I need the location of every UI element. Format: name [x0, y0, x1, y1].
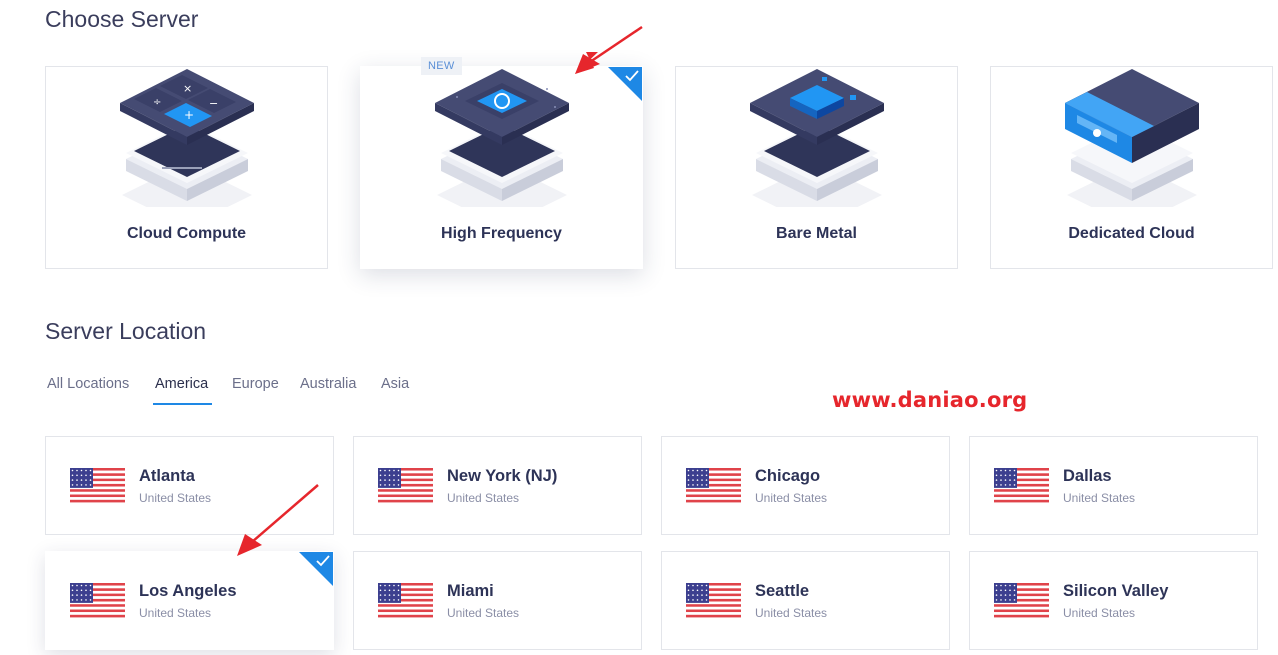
- server-card-label: Bare Metal: [776, 225, 857, 242]
- location-country: United States: [1063, 491, 1136, 505]
- location-card[interactable]: Dallas United States: [969, 436, 1258, 535]
- tab-america[interactable]: America: [155, 376, 208, 392]
- us-flag-icon: [686, 468, 741, 505]
- us-flag-icon: [686, 583, 741, 620]
- server-card-high-frequency[interactable]: NEW High Frequency: [360, 57, 643, 269]
- location-card[interactable]: Miami United States: [353, 551, 642, 650]
- red-arrow-annotation: [575, 25, 643, 74]
- tab-all-locations[interactable]: All Locations: [47, 376, 129, 392]
- server-card-dedicated-cloud[interactable]: Dedicated Cloud: [990, 66, 1273, 269]
- tab-asia[interactable]: Asia: [381, 376, 409, 392]
- bare-metal-server-icon: [749, 69, 884, 207]
- location-city: Miami: [447, 582, 494, 600]
- location-card[interactable]: Los Angeles United States: [45, 551, 334, 650]
- us-flag-icon: [994, 468, 1049, 505]
- svg-text:−: −: [209, 97, 218, 110]
- location-city: New York (NJ): [447, 467, 558, 485]
- server-card-bare-metal[interactable]: Bare Metal: [675, 66, 958, 269]
- tab-europe[interactable]: Europe: [232, 376, 279, 392]
- location-country: United States: [1063, 606, 1136, 620]
- svg-text:×: ×: [183, 82, 192, 95]
- location-country: United States: [139, 606, 212, 620]
- us-flag-icon: [70, 583, 125, 620]
- high-frequency-server-icon: [434, 69, 569, 207]
- us-flag-icon: [994, 583, 1049, 620]
- server-card-label: High Frequency: [441, 225, 562, 242]
- location-card[interactable]: New York (NJ) United States: [353, 436, 642, 535]
- cloud-compute-server-icon: × − ÷ +: [119, 69, 254, 207]
- location-city: Atlanta: [139, 467, 195, 485]
- location-city: Chicago: [755, 467, 821, 485]
- us-flag-icon: [70, 468, 125, 505]
- server-location-title: Server Location: [45, 318, 207, 344]
- location-country: United States: [139, 491, 212, 505]
- dedicated-cloud-server-icon: [1064, 69, 1199, 207]
- choose-server-title: Choose Server: [45, 6, 199, 32]
- server-card-label: Cloud Compute: [126, 225, 247, 242]
- server-card-cloud-compute[interactable]: × − ÷ + Cloud Compute: [45, 66, 328, 269]
- us-flag-icon: [378, 583, 433, 620]
- svg-text:+: +: [184, 108, 194, 122]
- location-card[interactable]: Chicago United States: [661, 436, 950, 535]
- location-city: Seattle: [755, 582, 810, 600]
- location-country: United States: [755, 606, 828, 620]
- location-city: Los Angeles: [139, 582, 237, 600]
- active-tab-underline: [153, 403, 212, 405]
- server-card-label: Dedicated Cloud: [1068, 225, 1195, 242]
- location-card[interactable]: Silicon Valley United States: [969, 551, 1258, 650]
- red-arrow-annotation: [237, 484, 319, 556]
- location-country: United States: [447, 606, 520, 620]
- tab-australia[interactable]: Australia: [300, 376, 356, 392]
- watermark-text: www.daniao.org: [832, 388, 1028, 412]
- location-country: United States: [447, 491, 520, 505]
- location-city: Dallas: [1063, 467, 1112, 485]
- location-city: Silicon Valley: [1063, 582, 1169, 600]
- location-card[interactable]: Seattle United States: [661, 551, 950, 650]
- us-flag-icon: [378, 468, 433, 505]
- svg-text:÷: ÷: [153, 97, 161, 108]
- location-country: United States: [755, 491, 828, 505]
